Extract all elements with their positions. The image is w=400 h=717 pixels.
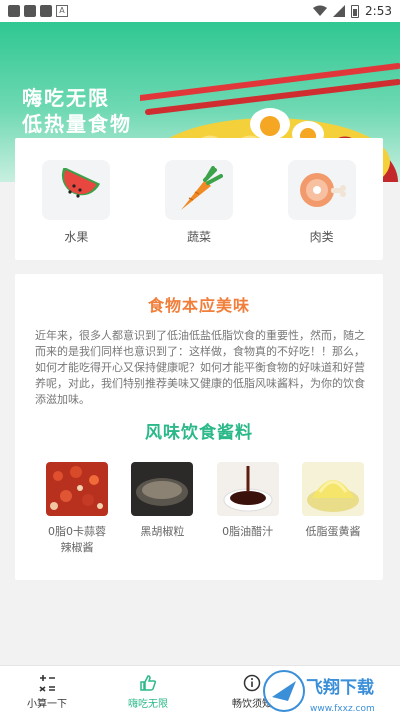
vinegar-image — [216, 462, 279, 516]
category-label: 肉类 — [309, 230, 334, 244]
status-bar: A 2:53 — [0, 0, 400, 22]
watermelon-icon — [62, 168, 101, 198]
article-title: 食物本应美味 — [147, 296, 250, 315]
sauce-list: 0脂0卡蒜蓉辣椒酱 黑胡椒粒 0脂油醋汁 低脂蛋黄酱 — [45, 462, 365, 556]
nav-eat[interactable]: 嗨吃无限 — [128, 674, 168, 710]
nav-label: 小算一下 — [27, 699, 67, 710]
watermark-text: 飞翔下载 — [306, 677, 374, 698]
category-vegetable[interactable]: 蔬菜 — [159, 160, 239, 260]
mayonnaise-image — [301, 462, 364, 516]
sauce-label: 黑胡椒粒 — [140, 525, 185, 538]
carrot-icon — [180, 166, 223, 210]
battery-icon — [351, 4, 360, 18]
sauce-section-title: 风味饮食酱料 — [145, 423, 253, 443]
status-notifications: A — [8, 5, 68, 17]
black-pepper-image — [131, 462, 194, 516]
category-card: 水果 蔬菜 肉类 — [15, 138, 383, 260]
sauce-label: 0脂油醋汁 — [222, 525, 274, 538]
hero-title-line1: 嗨吃无限 — [22, 86, 110, 110]
sauce-item-mayo[interactable]: 低脂蛋黄酱 — [301, 462, 365, 556]
notification-icon — [24, 5, 36, 17]
article-card: 食物本应美味 近年来，很多人都意识到了低油低盐低脂饮食的重要性，然而，随之而来的… — [15, 274, 383, 580]
site-watermark: 飞翔下载 www.fxxz.com — [263, 670, 375, 714]
nav-calculate[interactable]: 小算一下 — [27, 674, 67, 710]
notification-icon — [40, 5, 52, 17]
sauce-item-pepper[interactable]: 黑胡椒粒 — [130, 462, 194, 556]
chili-sauce-image — [46, 462, 108, 516]
article-body: 近年来，很多人都意识到了低油低盐低脂饮食的重要性，然而，随之而来的是我们同样也意… — [35, 329, 365, 406]
nav-label: 嗨吃无限 — [128, 699, 168, 710]
category-label: 水果 — [64, 230, 89, 244]
category-label: 蔬菜 — [186, 230, 211, 244]
a-notification-icon: A — [56, 5, 68, 17]
status-time: 2:53 — [365, 4, 392, 18]
calculator-icon — [39, 675, 55, 692]
category-meat[interactable]: 肉类 — [282, 160, 362, 260]
signal-icon — [333, 5, 346, 17]
meat-icon — [299, 173, 346, 207]
sauce-label: 低脂蛋黄酱 — [305, 525, 361, 538]
wifi-icon — [313, 5, 328, 16]
notification-icon — [8, 5, 20, 17]
watermark-url: www.fxxz.com — [310, 704, 375, 714]
hero-title-line2: 低热量食物 — [22, 112, 132, 136]
sauce-item-vinegar[interactable]: 0脂油醋汁 — [216, 462, 280, 556]
sauce-item-chili[interactable]: 0脂0卡蒜蓉辣椒酱 — [45, 462, 109, 556]
thumbs-up-icon — [140, 675, 157, 691]
sauce-label: 0脂0卡蒜蓉辣椒酱 — [48, 525, 106, 554]
category-fruit[interactable]: 水果 — [36, 160, 116, 260]
info-icon — [243, 674, 261, 692]
